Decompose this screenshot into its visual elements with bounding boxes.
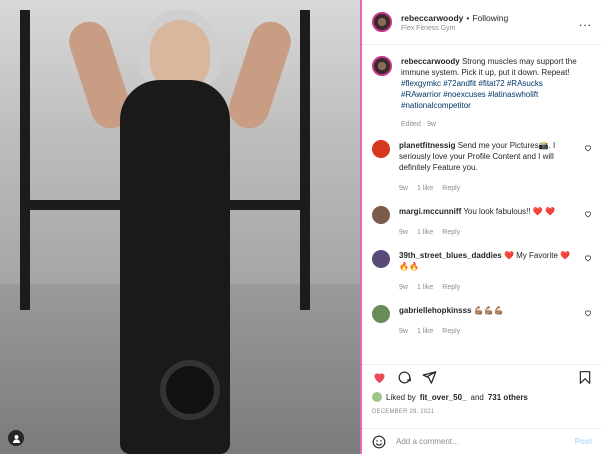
comment-likes[interactable]: 1 like bbox=[417, 227, 433, 238]
reply-button[interactable]: Reply bbox=[442, 183, 460, 194]
comment-username[interactable]: gabriellehopkinsss bbox=[399, 306, 471, 315]
comment-age: 9w bbox=[399, 229, 408, 236]
comment-icon[interactable] bbox=[397, 370, 412, 385]
reply-button[interactable]: Reply bbox=[442, 326, 460, 337]
comment-username[interactable]: 39th_street_blues_daddies bbox=[399, 251, 502, 260]
post-photo[interactable] bbox=[0, 0, 360, 454]
add-comment-bar: Post bbox=[362, 428, 602, 454]
user-tag-icon[interactable] bbox=[8, 430, 24, 446]
comment-username[interactable]: planetfitnessig bbox=[399, 141, 455, 150]
caption: rebeccarwoody Strong muscles may support… bbox=[372, 56, 592, 130]
heart-icon[interactable] bbox=[584, 210, 592, 218]
heart-icon[interactable] bbox=[584, 309, 592, 317]
avatar[interactable] bbox=[372, 12, 392, 32]
arm-right bbox=[223, 16, 297, 134]
post-date: DECEMBER 29, 2021 bbox=[372, 409, 435, 415]
header-username[interactable]: rebeccarwoody bbox=[401, 13, 463, 23]
avatar[interactable] bbox=[372, 305, 390, 323]
caption-username[interactable]: rebeccarwoody bbox=[401, 57, 460, 66]
share-icon[interactable] bbox=[422, 370, 437, 385]
comment-age: 9w bbox=[399, 328, 408, 335]
comment-age: 9w bbox=[399, 185, 408, 192]
comment-input[interactable] bbox=[396, 437, 565, 446]
weight-plate bbox=[160, 360, 220, 420]
comment-age: 9w bbox=[399, 284, 408, 291]
heart-icon[interactable] bbox=[372, 370, 387, 385]
avatar[interactable] bbox=[372, 140, 390, 158]
bookmark-icon[interactable] bbox=[578, 370, 592, 385]
comment-item: margi.mccunniff You look fabulous!! ❤️ ❤… bbox=[372, 206, 592, 238]
squat-rack-right bbox=[300, 10, 310, 310]
comment-item: 39th_street_blues_daddies ❤️ My Favorite… bbox=[372, 250, 592, 293]
avatar[interactable] bbox=[372, 56, 392, 76]
separator: • bbox=[466, 12, 470, 23]
action-bar bbox=[362, 364, 602, 390]
caption-meta: Edited · 9w bbox=[401, 121, 437, 128]
likes-count[interactable]: 731 others bbox=[488, 393, 528, 402]
likes-summary: Liked by fit_over_50_ and 731 others bbox=[372, 392, 592, 402]
reply-button[interactable]: Reply bbox=[442, 227, 460, 238]
comment-likes[interactable]: 1 like bbox=[417, 282, 433, 293]
more-icon[interactable]: ... bbox=[579, 15, 592, 29]
avatar[interactable] bbox=[372, 250, 390, 268]
avatar bbox=[372, 392, 382, 402]
likes-middle: and bbox=[470, 392, 484, 402]
location-link[interactable]: Flex Fitness Gym bbox=[401, 25, 579, 32]
caption-hashtags[interactable]: #flexgymkc #72andfit #fitat72 #RAsucks #… bbox=[401, 79, 543, 110]
comment-item: gabriellehopkinsss 💪🏽💪🏽💪🏽 9w 1 like Repl… bbox=[372, 305, 592, 337]
post-button[interactable]: Post bbox=[575, 437, 592, 446]
comment-likes[interactable]: 1 like bbox=[417, 183, 433, 194]
squat-rack-left bbox=[20, 10, 30, 310]
comment-username[interactable]: margi.mccunniff bbox=[399, 207, 461, 216]
post-header: rebeccarwoody • Following Flex Fitness G… bbox=[362, 0, 602, 45]
comments-list: rebeccarwoody Strong muscles may support… bbox=[362, 56, 602, 358]
liked-by-user[interactable]: fit_over_50_ bbox=[420, 393, 467, 402]
likes-prefix: Liked by bbox=[386, 392, 416, 402]
comment-text: 💪🏽💪🏽💪🏽 bbox=[473, 306, 504, 315]
heart-icon[interactable] bbox=[584, 254, 592, 262]
avatar[interactable] bbox=[372, 206, 390, 224]
reply-button[interactable]: Reply bbox=[442, 282, 460, 293]
heart-icon[interactable] bbox=[584, 144, 592, 152]
post-panel: rebeccarwoody • Following Flex Fitness G… bbox=[360, 0, 602, 454]
comment-text: You look fabulous!! ❤️ ❤️ bbox=[463, 207, 555, 216]
comment-item: planetfitnessig Send me your Pictures📸. … bbox=[372, 140, 592, 194]
emoji-icon[interactable] bbox=[372, 435, 386, 449]
comment-likes[interactable]: 1 like bbox=[417, 326, 433, 337]
following-button[interactable]: Following bbox=[472, 13, 508, 23]
